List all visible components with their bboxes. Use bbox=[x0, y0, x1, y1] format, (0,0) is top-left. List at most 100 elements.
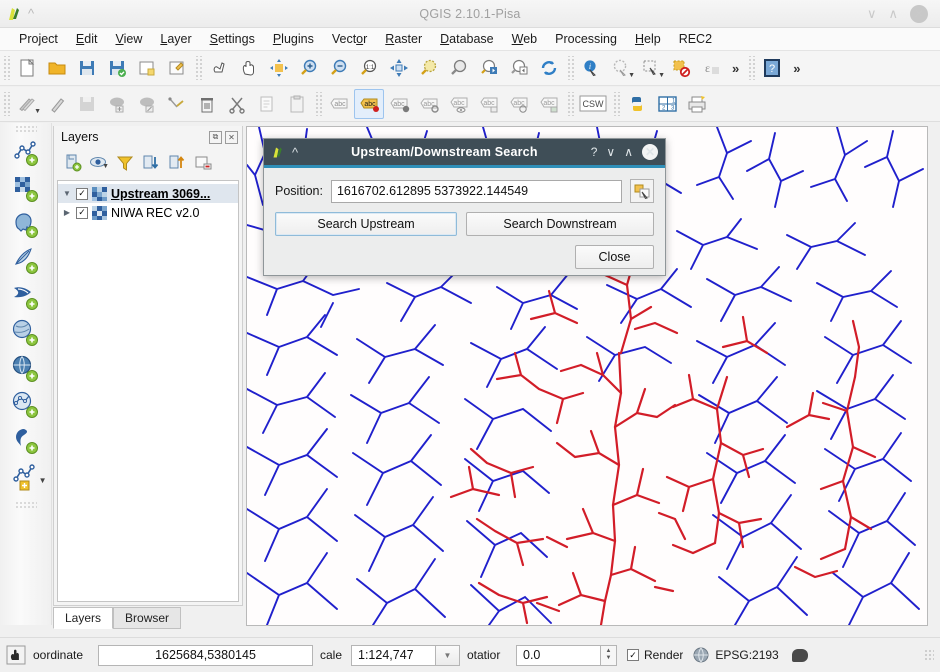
add-spatialite-layer-icon[interactable] bbox=[8, 243, 44, 279]
messages-icon[interactable] bbox=[791, 648, 808, 662]
toolbar-grip[interactable] bbox=[14, 125, 37, 133]
add-wms-layer-icon[interactable] bbox=[8, 315, 44, 351]
rotation-field[interactable]: 0.0 bbox=[516, 644, 601, 666]
change-label-icon[interactable]: abc bbox=[474, 89, 504, 119]
zoom-in-icon[interactable] bbox=[294, 53, 324, 83]
layer-tree[interactable]: ▼ ✓ Upstream 3069... ▶ ✓ NIWA REC v2.0 bbox=[57, 180, 239, 602]
toolbar-grip[interactable] bbox=[194, 56, 202, 80]
expand-triangle-icon[interactable]: ▶ bbox=[62, 208, 72, 217]
layer-visibility-checkbox[interactable]: ✓ bbox=[76, 187, 88, 200]
menu-database[interactable]: Database bbox=[431, 30, 503, 48]
expand-triangle-icon[interactable]: ▼ bbox=[62, 189, 72, 198]
resize-grip[interactable] bbox=[924, 649, 934, 661]
layer-tree-item-upstream[interactable]: ▼ ✓ Upstream 3069... bbox=[58, 184, 238, 203]
new-print-composer-icon[interactable] bbox=[132, 53, 162, 83]
scale-field[interactable]: 1:124,747 bbox=[351, 644, 436, 666]
print-icon[interactable] bbox=[682, 89, 712, 119]
add-oracle-layer-icon[interactable] bbox=[8, 423, 44, 459]
scale-combo[interactable]: 1:124,747 ▼ bbox=[351, 644, 460, 666]
help-icon[interactable]: ? bbox=[757, 53, 787, 83]
dialog-maximize-button[interactable]: ∧ bbox=[624, 145, 633, 159]
spinner-arrows-icon[interactable]: ▲ ▼ bbox=[601, 644, 617, 666]
coordinate-field[interactable]: 1625684,5380145 bbox=[98, 644, 313, 666]
toolbar-grip[interactable] bbox=[566, 92, 574, 116]
coordinate-capture-icon[interactable] bbox=[6, 645, 26, 665]
save-project-as-icon[interactable] bbox=[102, 53, 132, 83]
menu-raster[interactable]: Raster bbox=[376, 30, 431, 48]
zoom-full-icon[interactable] bbox=[384, 53, 414, 83]
delete-selected-icon[interactable] bbox=[192, 89, 222, 119]
render-checkbox[interactable]: ✓ bbox=[627, 649, 639, 661]
touch-zoom-icon[interactable] bbox=[204, 53, 234, 83]
layer-labeling-icon[interactable]: abc bbox=[354, 89, 384, 119]
zoom-next-icon[interactable] bbox=[504, 53, 534, 83]
tab-layers[interactable]: Layers bbox=[53, 607, 114, 629]
zoom-last-icon[interactable] bbox=[474, 53, 504, 83]
current-edits-icon[interactable]: ▼ bbox=[12, 89, 42, 119]
toolbar-grip[interactable] bbox=[2, 92, 10, 116]
add-wfs-layer-icon[interactable] bbox=[8, 387, 44, 423]
toolbar-grip[interactable] bbox=[612, 92, 620, 116]
toolbar-grip[interactable] bbox=[747, 56, 756, 80]
pick-coordinate-icon[interactable] bbox=[630, 179, 654, 203]
toolbar-grip[interactable] bbox=[314, 92, 322, 116]
toggle-editing-icon[interactable] bbox=[42, 89, 72, 119]
add-postgis-layer-icon[interactable] bbox=[8, 207, 44, 243]
toolbar-overflow-button[interactable]: » bbox=[726, 61, 745, 76]
search-downstream-button[interactable]: Search Downstream bbox=[466, 212, 654, 236]
identify-features-icon[interactable]: i bbox=[576, 53, 606, 83]
chevron-down-icon[interactable]: ▼ bbox=[39, 476, 47, 485]
menu-view[interactable]: View bbox=[106, 30, 151, 48]
chevron-down-icon[interactable]: ▼ bbox=[34, 108, 41, 115]
chevron-down-icon[interactable]: ▼ bbox=[436, 644, 460, 666]
layer-tree-item-niwa[interactable]: ▶ ✓ NIWA REC v2.0 bbox=[58, 203, 238, 222]
deselect-features-icon[interactable] bbox=[666, 53, 696, 83]
chevron-down-icon[interactable]: ▼ bbox=[102, 163, 109, 170]
csw-icon[interactable]: CSW bbox=[576, 89, 610, 119]
upstream-downstream-search-dialog[interactable]: ^ Upstream/Downstream Search ? ∨ ∧ ✕ Pos… bbox=[263, 138, 666, 276]
add-vector-layer-icon[interactable] bbox=[8, 135, 44, 171]
pin-labels-icon[interactable]: abc bbox=[504, 89, 534, 119]
tab-browser[interactable]: Browser bbox=[113, 607, 182, 629]
menu-settings[interactable]: Settings bbox=[201, 30, 264, 48]
toolbar-grip[interactable] bbox=[566, 56, 574, 80]
layer-visibility-checkbox[interactable]: ✓ bbox=[76, 206, 88, 219]
statistics-icon[interactable]: ε bbox=[696, 53, 726, 83]
label-icon[interactable]: abc bbox=[324, 89, 354, 119]
add-mssql-layer-icon[interactable] bbox=[8, 279, 44, 315]
menu-web[interactable]: Web bbox=[503, 30, 546, 48]
remove-layer-icon[interactable] bbox=[192, 152, 214, 174]
menu-plugins[interactable]: Plugins bbox=[264, 30, 323, 48]
new-project-icon[interactable] bbox=[12, 53, 42, 83]
python-console-icon[interactable] bbox=[622, 89, 652, 119]
zoom-actual-size-icon[interactable]: 1:1 bbox=[354, 53, 384, 83]
position-input[interactable]: 1616702.612895 5373922.144549 bbox=[330, 179, 622, 203]
menu-processing[interactable]: Processing bbox=[546, 30, 626, 48]
copy-features-icon[interactable] bbox=[252, 89, 282, 119]
open-layer-styling-icon[interactable] bbox=[62, 152, 84, 174]
highlight-labels-icon[interactable]: abc bbox=[534, 89, 564, 119]
minimize-button[interactable]: ∨ bbox=[867, 6, 877, 22]
dialog-minimize-button[interactable]: ∨ bbox=[606, 145, 615, 159]
collapse-all-icon[interactable] bbox=[166, 152, 188, 174]
rotate-label-icon[interactable]: abc bbox=[414, 89, 444, 119]
add-raster-layer-icon[interactable] bbox=[8, 171, 44, 207]
refresh-icon[interactable] bbox=[534, 53, 564, 83]
pan-to-selection-icon[interactable] bbox=[264, 53, 294, 83]
dialog-help-button[interactable]: ? bbox=[591, 145, 598, 159]
manage-layer-visibility-icon[interactable]: ▼ bbox=[88, 152, 110, 174]
dialog-close-button[interactable]: ✕ bbox=[642, 144, 658, 160]
filter-legend-icon[interactable] bbox=[114, 152, 136, 174]
add-wcs-layer-icon[interactable] bbox=[8, 351, 44, 387]
save-layer-edits-icon[interactable] bbox=[72, 89, 102, 119]
composer-manager-icon[interactable] bbox=[162, 53, 192, 83]
paste-features-icon[interactable] bbox=[282, 89, 312, 119]
panel-close-button[interactable]: ✕ bbox=[225, 130, 238, 144]
attribute-table-icon[interactable]: 123 bbox=[652, 89, 682, 119]
select-features-icon[interactable]: ▼ bbox=[636, 53, 666, 83]
save-project-icon[interactable] bbox=[72, 53, 102, 83]
crs-selector[interactable]: EPSG:2193 bbox=[693, 647, 779, 663]
move-feature-icon[interactable] bbox=[132, 89, 162, 119]
search-upstream-button[interactable]: Search Upstream bbox=[275, 212, 458, 236]
help-overflow-button[interactable]: » bbox=[787, 61, 806, 76]
